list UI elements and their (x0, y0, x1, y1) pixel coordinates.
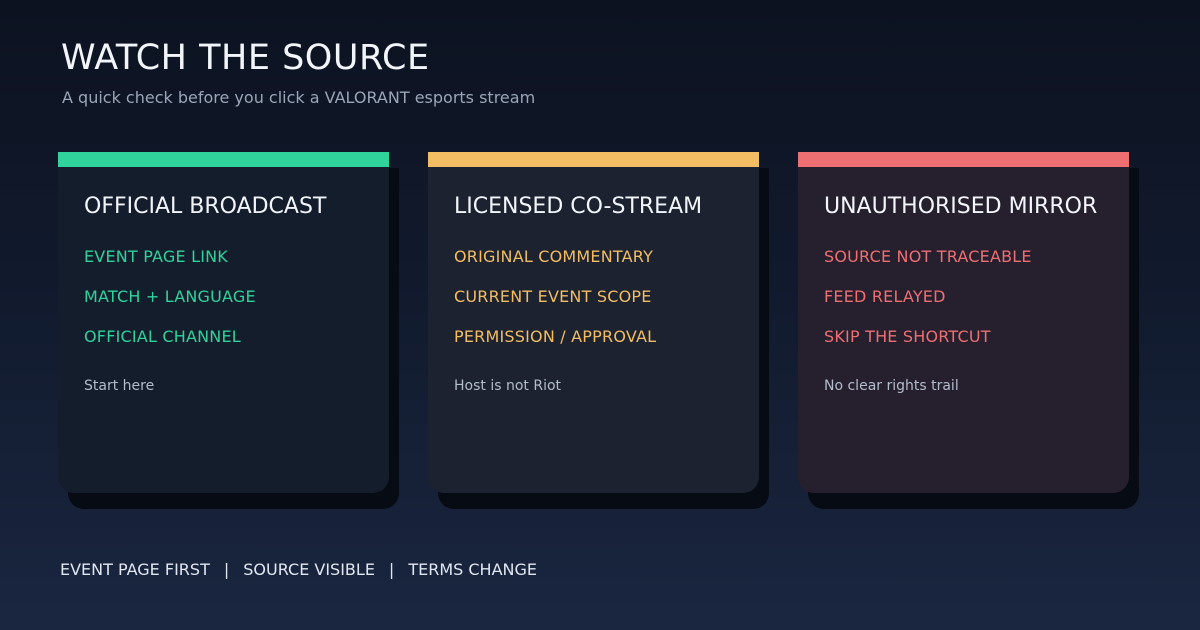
card-body: UNAUTHORISED MIRROR SOURCE NOT TRACEABLE… (798, 152, 1129, 493)
footer-checklist: EVENT PAGE FIRST | SOURCE VISIBLE | TERMS CH… (60, 560, 537, 579)
card-accent-bar (798, 152, 1129, 167)
card-item: PERMISSION / APPROVAL (454, 327, 657, 346)
card-item: ORIGINAL COMMENTARY (454, 247, 654, 266)
card-note: No clear rights trail (824, 378, 959, 394)
card-official-broadcast: OFFICIAL BROADCAST EVENT PAGE LINK MATCH… (58, 152, 399, 509)
card-title: OFFICIAL BROADCAST (84, 194, 327, 219)
card-item: SOURCE NOT TRACEABLE (824, 247, 1032, 266)
card-item: CURRENT EVENT SCOPE (454, 287, 652, 306)
card-item: EVENT PAGE LINK (84, 247, 228, 266)
footer-item: SOURCE VISIBLE (243, 560, 375, 579)
card-note: Host is not Riot (454, 378, 562, 394)
card-accent-bar (58, 152, 389, 167)
page-title: WATCH THE SOURCE (61, 38, 430, 78)
card-licensed-co-stream: LICENSED CO-STREAM ORIGINAL COMMENTARY C… (428, 152, 769, 509)
footer-separator: | (223, 560, 230, 579)
card-item: MATCH + LANGUAGE (84, 287, 256, 306)
card-body: OFFICIAL BROADCAST EVENT PAGE LINK MATCH… (58, 152, 389, 493)
card-accent-bar (428, 152, 759, 167)
footer-item: EVENT PAGE FIRST (60, 560, 210, 579)
card-item: FEED RELAYED (824, 287, 946, 306)
card-note: Start here (84, 378, 155, 394)
footer-separator: | (388, 560, 395, 579)
card-unauthorised-mirror: UNAUTHORISED MIRROR SOURCE NOT TRACEABLE… (798, 152, 1139, 509)
footer-item: TERMS CHANGE (408, 560, 537, 579)
page-subtitle: A quick check before you click a VALORAN… (62, 88, 536, 107)
card-title: UNAUTHORISED MIRROR (824, 194, 1098, 219)
card-item: SKIP THE SHORTCUT (824, 327, 991, 346)
card-body: LICENSED CO-STREAM ORIGINAL COMMENTARY C… (428, 152, 759, 493)
card-title: LICENSED CO-STREAM (454, 194, 703, 219)
card-item: OFFICIAL CHANNEL (84, 327, 241, 346)
